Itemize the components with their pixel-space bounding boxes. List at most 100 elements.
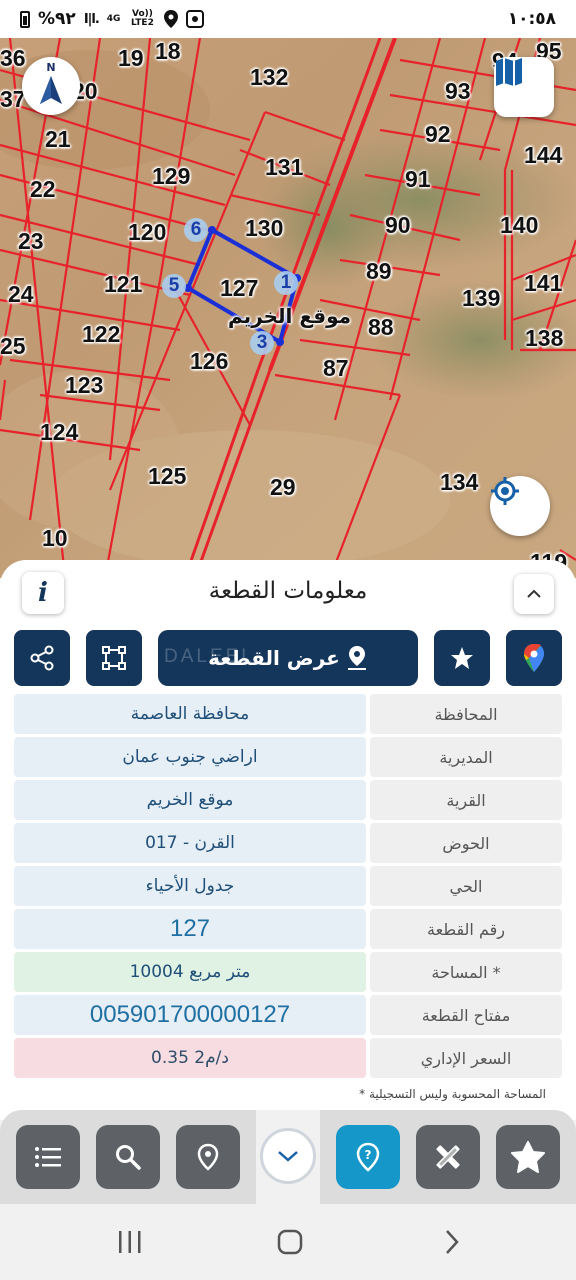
plot-label[interactable]: 91 (405, 166, 431, 193)
vertex-label: 6 (184, 218, 208, 242)
watermark: DALEEL (164, 646, 255, 667)
measure-button[interactable] (416, 1125, 480, 1189)
plot-label[interactable]: 127 (220, 275, 258, 302)
plot-query-button[interactable]: ? (336, 1125, 400, 1189)
panel-title: معلومات القطعة (208, 578, 368, 604)
back-button[interactable] (432, 1226, 472, 1258)
plot-label[interactable]: 25 (0, 333, 26, 360)
plot-label[interactable]: 144 (524, 142, 562, 169)
collapse-button[interactable] (514, 574, 554, 614)
row-value: محافظة العاصمة (14, 694, 366, 734)
plot-label[interactable]: 138 (525, 325, 563, 352)
notification-icon (186, 10, 205, 28)
favorite-button[interactable] (434, 630, 490, 686)
row-value: موقع الخريم (14, 780, 366, 820)
recents-icon (119, 1231, 141, 1253)
plot-label[interactable]: 130 (245, 215, 283, 242)
location-search-button[interactable] (176, 1125, 240, 1189)
plot-label[interactable]: 125 (148, 463, 186, 490)
location-icon (164, 10, 179, 28)
plot-label[interactable]: 92 (425, 121, 451, 148)
bottom-toolbar: ? (0, 1110, 576, 1204)
plot-label[interactable]: 93 (445, 78, 471, 105)
show-plot-button[interactable]: DALEEL عرض القطعة (158, 630, 418, 686)
north-arrow-icon (40, 76, 62, 104)
plot-label[interactable]: 24 (8, 281, 34, 308)
table-row: 10004 متر مربع المساحة * (14, 952, 562, 992)
row-key: المساحة * (370, 952, 562, 992)
plot-label[interactable]: 22 (30, 176, 56, 203)
plot-label[interactable]: 19 (118, 45, 144, 72)
plot-label[interactable]: 10 (42, 525, 68, 552)
favorites-button[interactable] (496, 1125, 560, 1189)
action-buttons: DALEEL عرض القطعة (14, 630, 562, 686)
row-value: القرن - 017 (14, 823, 366, 863)
plot-label[interactable]: 123 (65, 372, 103, 399)
area-value: 10004 متر مربع (14, 952, 366, 992)
plot-label[interactable]: 120 (128, 219, 166, 246)
plot-label[interactable]: 121 (104, 271, 142, 298)
row-key: السعر الإداري (370, 1038, 562, 1078)
plot-label[interactable]: 140 (500, 212, 538, 239)
plot-label[interactable]: 18 (155, 38, 181, 65)
map-pin-icon (347, 646, 366, 670)
home-icon (277, 1229, 303, 1255)
plot-label[interactable]: 134 (440, 469, 478, 496)
clock: ١٠:٥٨ (507, 9, 556, 29)
panel-header: i معلومات القطعة (0, 572, 576, 616)
compass-north-label: N (46, 61, 56, 74)
vertex-label: 1 (274, 271, 298, 295)
svg-text:?: ? (365, 1148, 372, 1162)
plot-label[interactable]: 141 (524, 270, 562, 297)
compass-button[interactable]: N (22, 57, 80, 115)
expand-toolbar-button[interactable] (260, 1128, 316, 1184)
home-button[interactable] (270, 1226, 310, 1258)
plot-label[interactable]: 23 (18, 228, 44, 255)
locate-me-button[interactable] (490, 476, 550, 536)
row-key: مفتاح القطعة (370, 995, 562, 1035)
recents-button[interactable] (110, 1226, 150, 1258)
layers-button[interactable] (494, 57, 554, 117)
map-view[interactable]: 36 19 18 132 94 95 37 20 93 21 92 144 12… (0, 38, 576, 578)
google-maps-button[interactable] (506, 630, 562, 686)
location-question-icon: ? (356, 1142, 380, 1172)
plot-label[interactable]: 126 (190, 348, 228, 375)
search-button[interactable] (96, 1125, 160, 1189)
location-pin-icon (197, 1143, 219, 1171)
row-value: جدول الأحياء (14, 866, 366, 906)
share-button[interactable] (14, 630, 70, 686)
plot-label[interactable]: 124 (40, 419, 78, 446)
gps-locate-icon (491, 477, 519, 505)
plot-label[interactable]: 132 (250, 64, 288, 91)
list-icon (35, 1147, 61, 1167)
plot-info-panel: i معلومات القطعة DALEEL عرض القطعة محافظ… (0, 560, 576, 1120)
plot-label[interactable]: 87 (323, 355, 349, 382)
table-row: اراضي جنوب عمان المديرية (14, 737, 562, 777)
plot-label[interactable]: 122 (82, 321, 120, 348)
volte-indicator: Vo)) LTE2 (131, 9, 154, 28)
list-button[interactable] (16, 1125, 80, 1189)
admin-price-value: 0.35 د/م2 (14, 1038, 366, 1078)
plot-key-value[interactable]: 005901700000127 (14, 995, 366, 1035)
plot-label[interactable]: 88 (368, 314, 394, 341)
plot-label[interactable]: 131 (265, 154, 303, 181)
plot-bounds-button[interactable] (86, 630, 142, 686)
polygon-select-icon (102, 646, 126, 670)
row-key: القرية (370, 780, 562, 820)
table-row: 0.35 د/م2 السعر الإداري (14, 1038, 562, 1078)
plot-label[interactable]: 89 (366, 258, 392, 285)
plot-label[interactable]: 129 (152, 163, 190, 190)
network-type: 4G (106, 13, 121, 24)
plot-label[interactable]: 29 (270, 474, 296, 501)
chevron-up-icon (527, 589, 541, 598)
plot-label[interactable]: 90 (385, 212, 411, 239)
share-icon (30, 645, 54, 671)
map-book-icon (496, 58, 522, 86)
table-row: 127 رقم القطعة (14, 909, 562, 949)
plot-label[interactable]: 36 (0, 45, 26, 72)
plot-label[interactable]: 21 (45, 126, 71, 153)
table-row: جدول الأحياء الحي (14, 866, 562, 906)
plot-label[interactable]: 139 (462, 285, 500, 312)
row-key: رقم القطعة (370, 909, 562, 949)
row-key: الحي (370, 866, 562, 906)
